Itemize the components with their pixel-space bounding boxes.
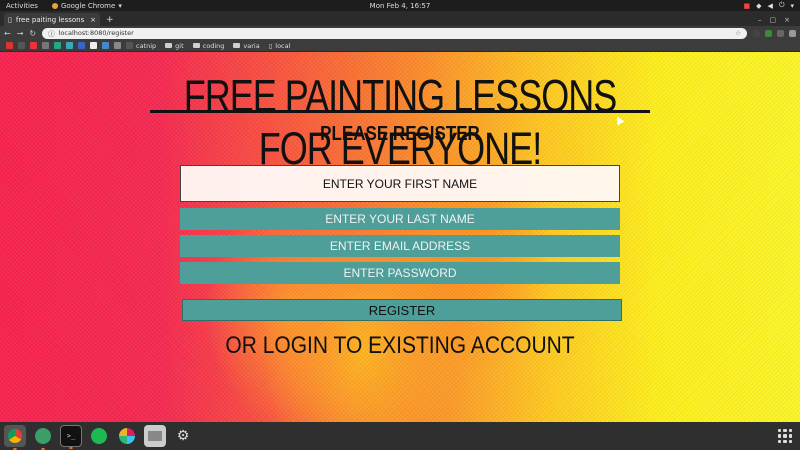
bookmark-favicon[interactable] xyxy=(66,42,73,49)
url-text: localhost:8080/register xyxy=(58,29,134,37)
bookmark-favicon[interactable] xyxy=(30,42,37,49)
show-applications-icon[interactable] xyxy=(778,429,792,443)
terminal-icon: >_ xyxy=(66,432,76,440)
bookmark-favicon[interactable] xyxy=(114,42,121,49)
chevron-down-icon: ▾ xyxy=(118,1,122,10)
folder-icon xyxy=(192,43,200,48)
dock-slack[interactable] xyxy=(116,425,138,447)
bookmark-varia[interactable]: varia xyxy=(233,42,260,50)
info-icon: ⓘ xyxy=(48,30,55,38)
dock-spotify[interactable] xyxy=(88,425,110,447)
app-icon xyxy=(35,428,51,444)
maximize-icon[interactable]: ▢ xyxy=(770,16,777,24)
browser-toolbar: ← → ↻ ⓘ localhost:8080/register ☆ xyxy=(0,26,800,40)
dock-chrome[interactable] xyxy=(4,425,26,450)
active-app-menu[interactable]: Google Chrome ▾ xyxy=(51,1,122,10)
bookmark-git[interactable]: git xyxy=(165,42,184,50)
reload-icon[interactable]: ↻ xyxy=(29,29,36,38)
new-tab-button[interactable]: + xyxy=(106,13,114,26)
window-controls: – ▢ × xyxy=(758,13,800,26)
system-top-bar: Activities Google Chrome ▾ Mon Feb 4, 16… xyxy=(0,0,800,11)
email-input[interactable] xyxy=(180,235,620,257)
folder-icon xyxy=(233,43,241,48)
extension-icon[interactable] xyxy=(753,29,760,37)
chrome-icon xyxy=(8,429,22,443)
bookmark-star-icon[interactable]: ☆ xyxy=(735,29,741,37)
page-viewport: FREE PAINTING LESSONS FOR EVERYONE! PLEA… xyxy=(0,52,800,422)
bookmark-favicon[interactable] xyxy=(78,42,85,49)
active-app-label: Google Chrome xyxy=(60,1,116,10)
page-icon: ▯ xyxy=(8,15,12,24)
tab-title: free paiting lessons fo xyxy=(15,15,87,24)
volume-icon: ◀ xyxy=(767,1,773,10)
extension-icon[interactable] xyxy=(765,29,772,37)
back-arrow-icon[interactable]: ← xyxy=(4,29,11,38)
tab-strip: ▯ free paiting lessons fo × + – ▢ × xyxy=(0,11,800,26)
bookmark-favicon[interactable] xyxy=(102,42,109,49)
dock-settings[interactable]: ⚙ xyxy=(172,425,194,447)
page-subtitle: PLEASE REGISTER xyxy=(320,122,480,145)
page-icon: ▯ xyxy=(268,41,273,50)
bookmark-favicon[interactable] xyxy=(18,42,25,49)
password-input[interactable] xyxy=(180,262,620,284)
slack-icon xyxy=(119,428,135,444)
bookmark-favicon[interactable] xyxy=(90,42,97,49)
dock-app-6[interactable] xyxy=(144,425,166,447)
bookmark-favicon[interactable] xyxy=(42,42,49,49)
camera-icon: ■ xyxy=(743,1,751,10)
bookmark-coding[interactable]: coding xyxy=(192,42,224,50)
chevron-down-icon: ▾ xyxy=(790,1,794,10)
minimize-icon[interactable]: – xyxy=(758,16,762,24)
bookmark-favicon[interactable] xyxy=(6,42,13,49)
browser-tab[interactable]: ▯ free paiting lessons fo × xyxy=(4,13,100,26)
app-icon xyxy=(148,431,162,441)
bookmark-local[interactable]: ▯ local xyxy=(269,42,291,50)
dock: >_ ⚙ xyxy=(0,422,800,450)
network-icon: ◆ xyxy=(756,1,762,10)
last-name-input[interactable] xyxy=(180,208,620,230)
first-name-input[interactable] xyxy=(180,165,620,202)
register-button[interactable]: REGISTER xyxy=(182,299,622,321)
gear-icon: ⚙ xyxy=(176,428,190,444)
dock-app-2[interactable] xyxy=(32,425,54,450)
dock-terminal[interactable]: >_ xyxy=(60,425,82,449)
spotify-icon xyxy=(91,428,107,444)
power-icon: ⏻ xyxy=(778,1,785,9)
menu-icon[interactable] xyxy=(789,29,796,37)
address-bar[interactable]: ⓘ localhost:8080/register ☆ xyxy=(42,27,747,39)
login-link[interactable]: OR LOGIN TO EXISTING ACCOUNT xyxy=(0,332,800,360)
activities-button[interactable]: Activities xyxy=(6,2,38,10)
title-underline xyxy=(150,110,650,113)
bookmark-catnip[interactable]: catnip xyxy=(126,42,156,50)
running-indicator xyxy=(69,447,73,449)
close-window-icon[interactable]: × xyxy=(784,16,790,24)
folder-icon xyxy=(165,43,173,48)
system-tray[interactable]: ■ ◆ ◀ ⏻ ▾ xyxy=(744,1,794,10)
extensions-area xyxy=(753,29,796,37)
bookmark-favicon[interactable] xyxy=(54,42,61,49)
extension-icon[interactable] xyxy=(777,29,784,37)
chrome-icon xyxy=(51,2,58,9)
close-icon[interactable]: × xyxy=(90,16,96,24)
forward-arrow-icon[interactable]: → xyxy=(17,29,24,38)
bookmarks-bar: catnip git coding varia ▯ local xyxy=(0,40,800,52)
page-icon xyxy=(126,42,133,49)
